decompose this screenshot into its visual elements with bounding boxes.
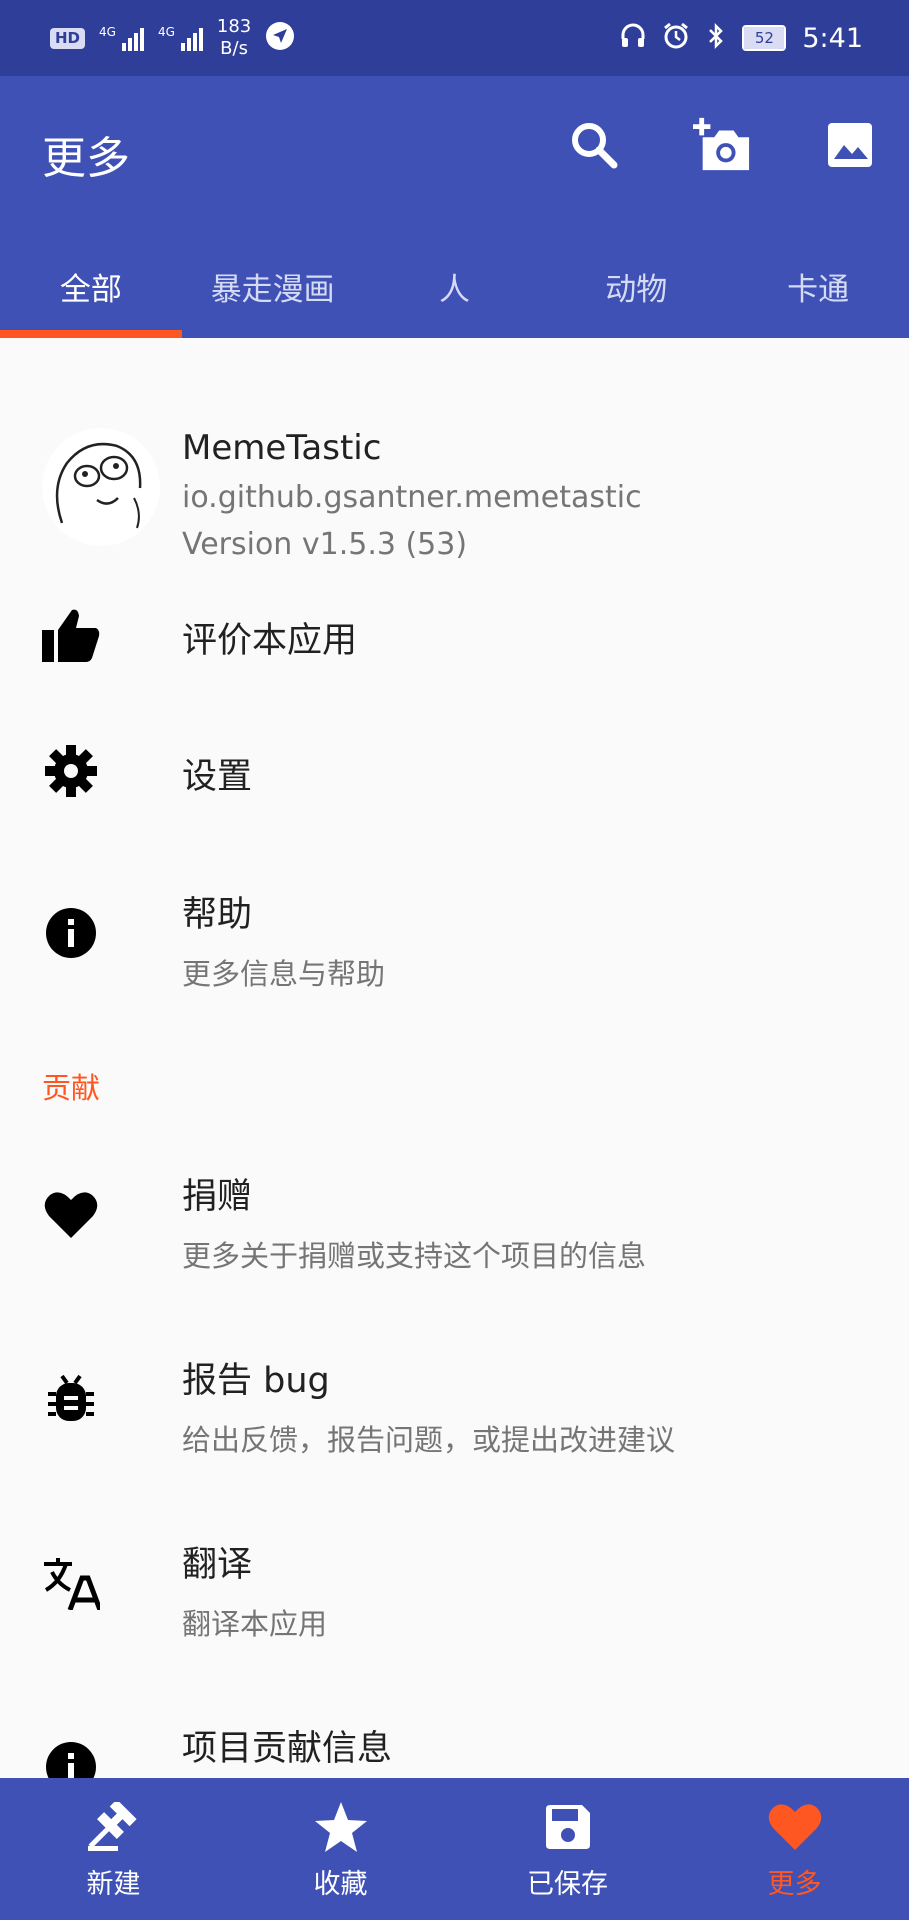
bottom-navigation: 新建 收藏 已保存 更多	[0, 1778, 909, 1920]
list-item-title: 评价本应用	[182, 621, 358, 661]
save-icon	[539, 1798, 597, 1856]
battery-icon: 52	[742, 25, 787, 51]
nav-create[interactable]: 新建	[0, 1778, 227, 1920]
nav-saved[interactable]: 已保存	[454, 1778, 681, 1920]
heart-icon	[766, 1798, 824, 1856]
add-a-photo-icon	[693, 117, 750, 171]
list-item-subtitle: 更多关于捐赠或支持这个项目的信息	[182, 1239, 647, 1273]
status-bar: HD 4G 4G 183 B/s 52 5:41	[0, 0, 909, 76]
nav-label: 更多	[767, 1868, 822, 1900]
app-version: Version v1.5.3 (53)	[182, 527, 468, 562]
list-item-subtitle: 给出反馈，报告问题，或提出改进建议	[182, 1423, 676, 1457]
app-bar: 更多 全部 暴走漫画 人 动物 卡通	[0, 76, 909, 338]
list-item-title: 捐赠	[182, 1177, 253, 1217]
thumb-up-icon	[42, 606, 100, 664]
battery-level: 52	[754, 29, 774, 47]
list-item-title: 报告 bug	[182, 1361, 330, 1401]
clock: 5:41	[802, 22, 863, 54]
list-item-title: 帮助	[182, 895, 253, 935]
nav-favorites[interactable]: 收藏	[227, 1778, 454, 1920]
nav-label: 已保存	[527, 1868, 608, 1900]
app-name: MemeTastic	[182, 428, 382, 468]
translate-icon	[42, 1554, 100, 1612]
nav-more[interactable]: 更多	[681, 1778, 908, 1920]
nav-label: 收藏	[313, 1868, 368, 1900]
location-icon	[265, 21, 295, 56]
add-photo-button[interactable]	[693, 116, 751, 174]
list-item-title: 设置	[182, 757, 253, 797]
section-header-contribute: 贡献	[42, 1071, 101, 1105]
info-icon	[42, 1738, 100, 1778]
search-icon	[572, 123, 618, 169]
bug-icon	[42, 1370, 100, 1428]
heart-icon	[42, 1186, 100, 1244]
network-type-1: 4G	[99, 25, 116, 39]
gavel-icon	[85, 1798, 143, 1856]
speed-unit: B/s	[220, 38, 248, 59]
list-item-report-bug[interactable]: 报告 bug 给出反馈，报告问题，或提出改进建议	[0, 1346, 909, 1476]
tab-animals[interactable]: 动物	[545, 246, 727, 338]
signal-icon-2: 4G	[158, 25, 203, 51]
alarm-icon	[662, 22, 690, 54]
hd-badge: HD	[50, 27, 86, 49]
list-item-help[interactable]: 帮助 更多信息与帮助	[0, 880, 909, 1010]
list-item-title: 项目贡献信息	[182, 1729, 393, 1769]
network-speed: 183 B/s	[217, 16, 251, 60]
app-package: io.github.gsantner.memetastic	[182, 480, 642, 515]
list-item-donate[interactable]: 捐赠 更多关于捐赠或支持这个项目的信息	[0, 1162, 909, 1292]
tab-people[interactable]: 人	[364, 246, 546, 338]
list-item-contributors[interactable]: 项目贡献信息	[0, 1714, 909, 1778]
search-button[interactable]	[565, 116, 623, 174]
speed-value: 183	[216, 16, 252, 37]
list-item-settings[interactable]: 设置	[0, 726, 909, 818]
category-tabs: 全部 暴走漫画 人 动物 卡通	[0, 246, 909, 338]
gear-icon	[42, 742, 100, 800]
star-icon	[312, 1798, 370, 1856]
list-item-subtitle: 翻译本应用	[182, 1607, 328, 1641]
list-item-translate[interactable]: 翻译 翻译本应用	[0, 1530, 909, 1660]
gallery-button[interactable]	[821, 116, 879, 174]
network-type-2: 4G	[157, 25, 175, 39]
info-icon	[42, 904, 100, 962]
list-item-rate-app[interactable]: 评价本应用	[0, 590, 909, 682]
bluetooth-icon	[706, 22, 726, 54]
app-info-header: MemeTastic io.github.gsantner.memetastic…	[0, 378, 909, 562]
tab-cartoons[interactable]: 卡通	[727, 246, 909, 338]
tab-all[interactable]: 全部	[0, 246, 182, 338]
headphones-icon	[620, 23, 646, 53]
list-item-subtitle: 更多信息与帮助	[182, 957, 386, 991]
nav-label: 新建	[86, 1868, 141, 1900]
signal-icon-1: 4G	[99, 25, 144, 51]
list-item-title: 翻译	[182, 1545, 253, 1585]
page-title: 更多	[42, 133, 130, 184]
image-icon	[828, 123, 872, 167]
app-avatar	[42, 428, 160, 546]
tab-rage-comics[interactable]: 暴走漫画	[182, 246, 364, 338]
